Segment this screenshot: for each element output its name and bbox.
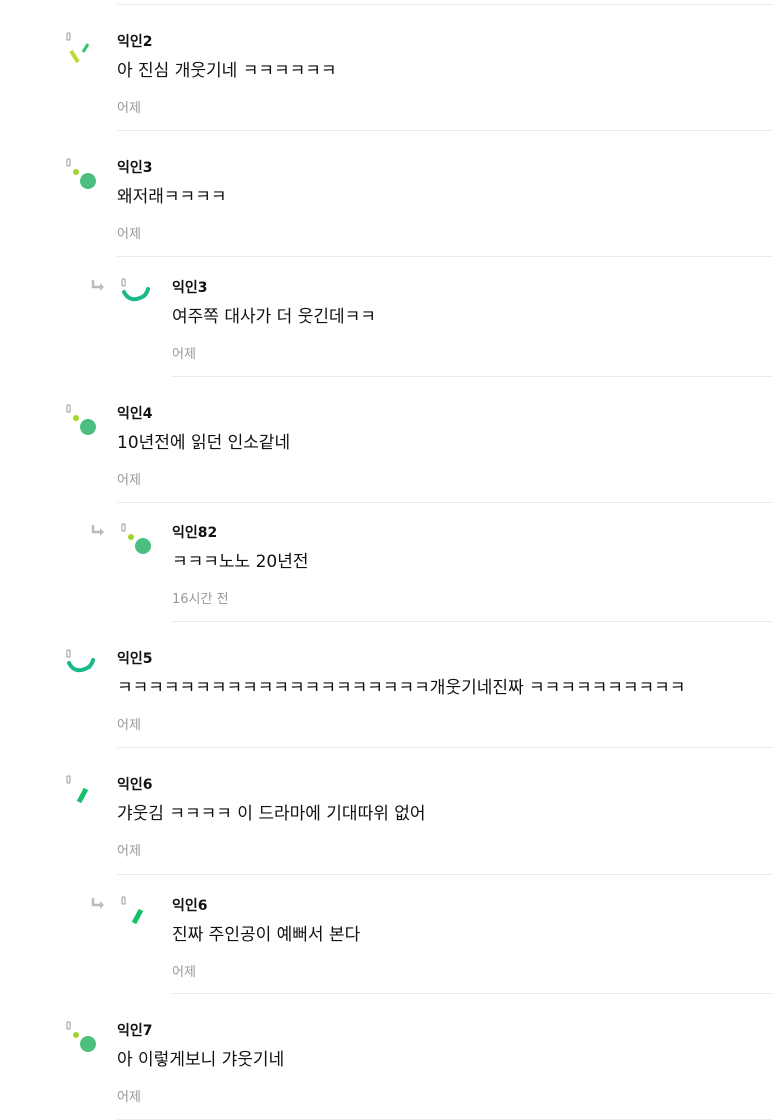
- comment-item: 익인3 왜저래ㅋㅋㅋㅋ 어제: [117, 159, 773, 257]
- comment-author[interactable]: 익인82: [172, 524, 217, 542]
- comment-text: ㅋㅋㅋ노노 20년전: [172, 552, 309, 572]
- comment-item: 익인7 아 이렇게보니 갸웃기네어제: [117, 1022, 773, 1120]
- comment-timestamp: 어제: [117, 718, 141, 733]
- reply-arrow-icon: [90, 279, 106, 293]
- reply-comment: 익인6 진짜 주인공이 예뻐서 본다어제: [172, 897, 773, 994]
- avatar-dots-icon: [61, 1021, 101, 1061]
- avatar-dots-icon: [61, 404, 101, 444]
- comment-timestamp: 어제: [117, 1090, 141, 1105]
- comment-timestamp: 어제: [172, 347, 196, 362]
- comment-list: 익인2 아 진심 개웃기네 ㅋㅋㅋㅋㅋㅋ 어제 익인3 왜저래ㅋㅋㅋㅋ 어제 익인3 여주…: [0, 0, 773, 1120]
- avatar-arc-icon: [61, 649, 101, 689]
- comment-item: 익인5 ㅋㅋㅋㅋㅋㅋㅋㅋㅋㅋㅋㅋㅋㅋㅋㅋㅋㅋㅋㅋ개웃기네진짜 ㅋㅋㅋㅋㅋㅋㅋㅋㅋㅋ…: [117, 650, 773, 748]
- avatar-dots-icon: [116, 523, 156, 563]
- comment-text: 왜저래ㅋㅋㅋㅋ: [117, 187, 227, 207]
- comment-text: 갸웃김 ㅋㅋㅋㅋ 이 드라마에 기대따위 없어: [117, 804, 426, 824]
- comment-author[interactable]: 익인6: [117, 776, 153, 794]
- comment-item: 익인4 10년전에 읽던 인소같네어제: [117, 405, 773, 503]
- comment-timestamp: 어제: [172, 965, 196, 980]
- divider: [117, 4, 773, 5]
- comment-author[interactable]: 익인2: [117, 33, 153, 51]
- comment-author[interactable]: 익인7: [117, 1022, 153, 1040]
- comment-author[interactable]: 익인5: [117, 650, 153, 668]
- reply-arrow-icon: [90, 897, 106, 911]
- comment-text: ㅋㅋㅋㅋㅋㅋㅋㅋㅋㅋㅋㅋㅋㅋㅋㅋㅋㅋㅋㅋ개웃기네진짜 ㅋㅋㅋㅋㅋㅋㅋㅋㅋㅋ: [117, 678, 686, 698]
- comment-item: 익인2 아 진심 개웃기네 ㅋㅋㅋㅋㅋㅋ 어제: [117, 33, 773, 131]
- comment-timestamp: 어제: [117, 473, 141, 488]
- comment-timestamp: 16시간 전: [172, 592, 229, 607]
- comment-text: 아 진심 개웃기네 ㅋㅋㅋㅋㅋㅋ: [117, 61, 337, 81]
- comment-author[interactable]: 익인3: [117, 159, 153, 177]
- comment-author[interactable]: 익인4: [117, 405, 153, 423]
- comment-timestamp: 어제: [117, 101, 141, 116]
- avatar-arc-icon: [116, 278, 156, 318]
- comment-timestamp: 어제: [117, 227, 141, 242]
- avatar-slash-icon: [61, 32, 101, 72]
- comment-timestamp: 어제: [117, 844, 141, 859]
- reply-comment: 익인82 ㅋㅋㅋ노노 20년전 16시간 전: [172, 524, 773, 622]
- comment-author[interactable]: 익인3: [172, 279, 208, 297]
- comment-text: 여주쪽 대사가 더 웃긴데ㅋㅋ: [172, 307, 376, 327]
- comment-item: 익인6 갸웃김 ㅋㅋㅋㅋ 이 드라마에 기대따위 없어어제: [117, 776, 773, 875]
- comment-author[interactable]: 익인6: [172, 897, 208, 915]
- avatar-dash-icon: [116, 896, 156, 936]
- avatar-dash-icon: [61, 775, 101, 815]
- comment-text: 10년전에 읽던 인소같네: [117, 433, 291, 453]
- comment-text: 진짜 주인공이 예뻐서 본다: [172, 925, 361, 945]
- reply-arrow-icon: [90, 524, 106, 538]
- avatar-dots-icon: [61, 158, 101, 198]
- comment-text: 아 이렇게보니 갸웃기네: [117, 1050, 285, 1070]
- reply-comment: 익인3 여주쪽 대사가 더 웃긴데ㅋㅋ 어제: [172, 279, 773, 377]
